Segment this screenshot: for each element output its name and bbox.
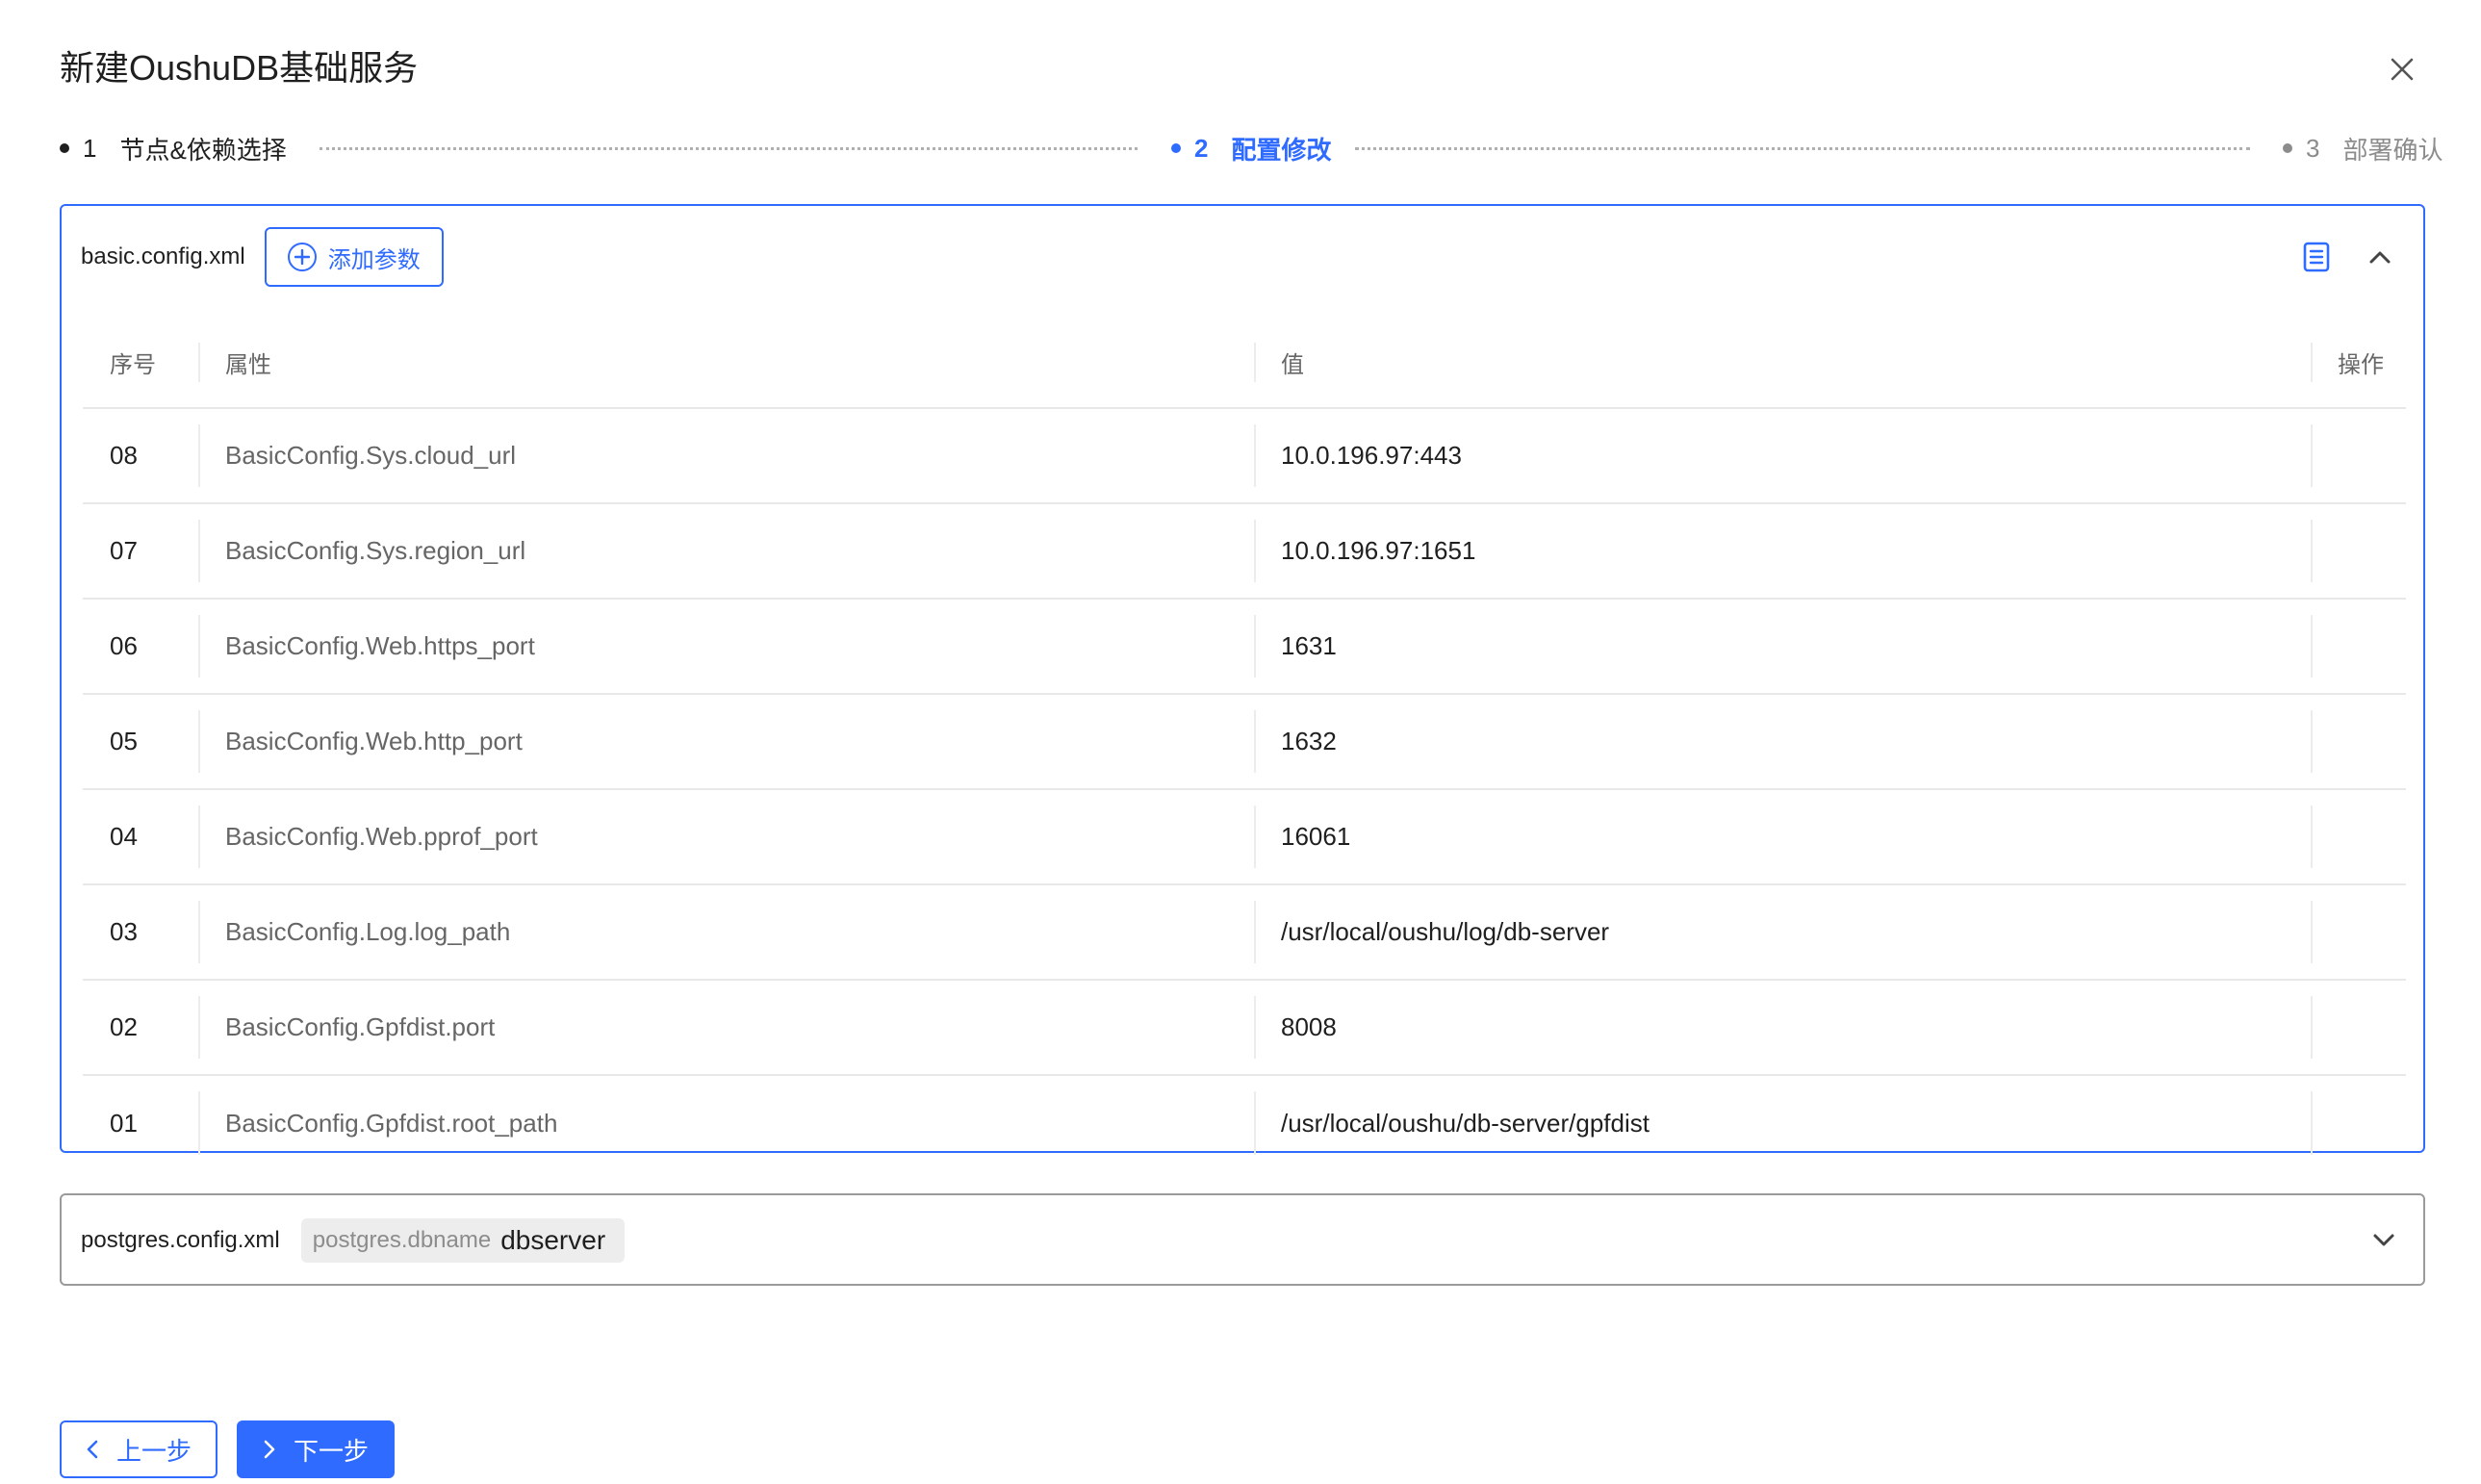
table-row: 08 BasicConfig.Sys.cloud_url 10.0.196.97… (83, 408, 2406, 504)
row-value[interactable]: 16061 (1254, 789, 2311, 885)
row-prop: BasicConfig.Log.log_path (198, 884, 1254, 981)
row-value[interactable]: /usr/local/oushu/db-server/gpfdist (1254, 1075, 2311, 1170)
row-value[interactable]: /usr/local/oushu/log/db-server (1254, 884, 2311, 981)
step-2: 2 配置修改 (1171, 129, 1331, 167)
step-indicator: 1 节点&依赖选择 2 配置修改 3 部署确认 (60, 129, 2443, 167)
postgres-config-panel[interactable]: postgres.config.xml postgres.dbname dbse… (60, 1193, 2425, 1286)
table-row: 02 BasicConfig.Gpfdist.port 8008 (83, 980, 2406, 1076)
column-header-prop: 属性 (198, 318, 1254, 409)
chevron-down-icon (2373, 1234, 2394, 1246)
row-id: 02 (83, 980, 198, 1076)
panel-header-actions (2275, 235, 2402, 279)
dialog-title: 新建OushuDB基础服务 (60, 48, 419, 88)
row-actions (2311, 694, 2406, 790)
step-dot (1171, 143, 1181, 153)
row-actions (2311, 503, 2406, 600)
row-value[interactable]: 8008 (1254, 980, 2311, 1076)
step-connector (1355, 147, 2250, 150)
document-button[interactable] (2294, 235, 2339, 279)
row-id: 06 (83, 599, 198, 695)
row-actions (2311, 884, 2406, 981)
row-prop: BasicConfig.Sys.cloud_url (198, 408, 1254, 504)
table-row: 03 BasicConfig.Log.log_path /usr/local/o… (83, 884, 2406, 981)
row-id: 04 (83, 789, 198, 885)
close-icon (2391, 58, 2414, 81)
param-tag: postgres.dbname dbserver (300, 1218, 626, 1263)
row-actions (2311, 408, 2406, 504)
add-param-button[interactable]: 添加参数 (264, 227, 444, 287)
close-button[interactable] (2383, 50, 2421, 89)
row-value[interactable]: 10.0.196.97:443 (1254, 408, 2311, 504)
row-prop: BasicConfig.Sys.region_url (198, 503, 1254, 600)
row-prop: BasicConfig.Gpfdist.root_path (198, 1075, 1254, 1170)
row-actions (2311, 980, 2406, 1076)
step-label: 部署确认 (2342, 135, 2443, 165)
row-id: 08 (83, 408, 198, 504)
row-value[interactable]: 10.0.196.97:1651 (1254, 503, 2311, 600)
panel-header: postgres.config.xml postgres.dbname dbse… (81, 1218, 626, 1263)
table-row: 01 BasicConfig.Gpfdist.root_path /usr/lo… (83, 1075, 2406, 1170)
param-tag-key: postgres.dbname (312, 1227, 492, 1253)
row-prop: BasicConfig.Web.https_port (198, 599, 1254, 695)
expand-button[interactable] (2362, 1218, 2406, 1263)
step-1: 1 节点&依赖选择 (60, 129, 287, 167)
plus-circle-icon (287, 243, 317, 271)
basic-config-panel: basic.config.xml 添加参数 序号 属性 值 操作 08 Basi… (60, 204, 2425, 1155)
config-file-name: basic.config.xml (81, 243, 245, 269)
row-id: 05 (83, 694, 198, 790)
row-actions (2311, 789, 2406, 885)
config-table: 序号 属性 值 操作 08 BasicConfig.Sys.cloud_url … (83, 318, 2406, 1170)
panel-header: basic.config.xml 添加参数 (81, 227, 444, 287)
column-header-value: 值 (1254, 318, 2311, 409)
row-prop: BasicConfig.Web.pprof_port (198, 789, 1254, 885)
row-id: 03 (83, 884, 198, 981)
document-icon (2303, 242, 2330, 272)
config-file-name: postgres.config.xml (81, 1227, 280, 1253)
table-row: 06 BasicConfig.Web.https_port 1631 (83, 599, 2406, 695)
prev-step-label: 上一步 (115, 1436, 192, 1466)
step-3: 3 部署确认 (2283, 129, 2443, 167)
chevron-right-icon (263, 1439, 276, 1460)
table-row: 04 BasicConfig.Web.pprof_port 16061 (83, 789, 2406, 885)
chevron-left-icon (86, 1439, 99, 1460)
column-header-op: 操作 (2311, 318, 2406, 409)
table-header-row: 序号 属性 值 操作 (83, 318, 2406, 409)
add-param-label: 添加参数 (327, 246, 421, 273)
row-actions (2311, 1075, 2406, 1170)
step-dot (2283, 143, 2292, 153)
row-value[interactable]: 1631 (1254, 599, 2311, 695)
param-tag-value: dbserver (500, 1225, 606, 1255)
step-number: 3 (2306, 133, 2320, 163)
next-step-label: 下一步 (293, 1436, 369, 1466)
row-value[interactable]: 1632 (1254, 694, 2311, 790)
prev-step-button[interactable]: 上一步 (60, 1420, 217, 1478)
step-label: 节点&依赖选择 (119, 135, 287, 165)
table-row: 07 BasicConfig.Sys.region_url 10.0.196.9… (83, 503, 2406, 600)
row-id: 07 (83, 503, 198, 600)
row-actions (2311, 599, 2406, 695)
row-id: 01 (110, 1108, 138, 1138)
step-label: 配置修改 (1231, 135, 1332, 165)
row-prop: BasicConfig.Gpfdist.port (198, 980, 1254, 1076)
table-row: 05 BasicConfig.Web.http_port 1632 (83, 694, 2406, 790)
step-dot (60, 143, 69, 153)
step-connector (320, 147, 1138, 150)
next-step-button[interactable]: 下一步 (237, 1420, 395, 1478)
chevron-up-icon (2369, 251, 2391, 264)
step-number: 2 (1194, 133, 1209, 163)
column-header-id: 序号 (83, 318, 198, 409)
row-prop: BasicConfig.Web.http_port (198, 694, 1254, 790)
collapse-button[interactable] (2358, 235, 2402, 279)
step-number: 1 (83, 133, 97, 163)
